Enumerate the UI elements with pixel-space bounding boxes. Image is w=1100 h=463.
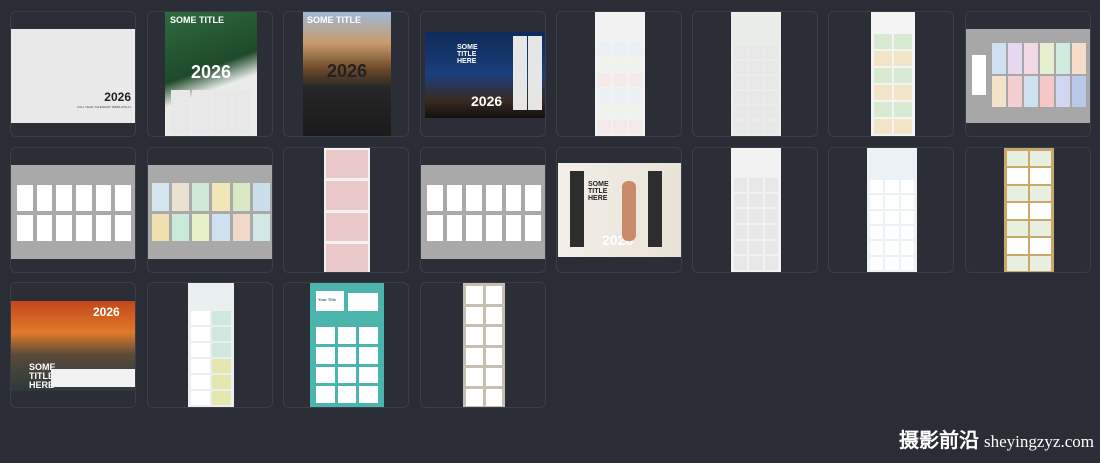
person-figure <box>622 181 636 241</box>
template-thumbnail <box>324 148 370 272</box>
watermark-latin: sheyingzyz.com <box>984 432 1094 451</box>
template-card-18[interactable] <box>147 282 273 408</box>
template-card-10[interactable] <box>147 147 273 273</box>
cover-page: Your Title <box>316 291 344 311</box>
month-grid <box>17 185 131 241</box>
template-card-7[interactable] <box>828 11 954 137</box>
template-thumbnail: 2026 FULL YEAR CALENDAR TEMPLATE 01 <box>11 29 135 123</box>
template-thumbnail <box>188 283 234 407</box>
month-grid <box>191 311 231 405</box>
month-grid <box>466 286 502 406</box>
year-label: 2026 <box>104 90 131 104</box>
template-card-4[interactable]: SOME TITLE HERE 2026 <box>420 11 546 137</box>
template-card-2[interactable]: SOME TITLE 2026 <box>147 11 273 137</box>
watermark-cjk: 摄影前沿 <box>899 430 979 452</box>
year-label: 2026 <box>471 93 503 109</box>
month-grid <box>152 183 270 241</box>
template-thumbnail <box>731 148 781 272</box>
template-card-16[interactable] <box>965 147 1091 273</box>
year-label: 2026 <box>93 305 120 319</box>
template-thumbnail: Your Title <box>310 283 384 407</box>
title-label: Your Title <box>318 297 337 302</box>
template-card-17[interactable]: 2026 SOME TITLE HERE <box>10 282 136 408</box>
month-grid <box>171 90 251 134</box>
template-card-13[interactable]: SOME TITLE HERE 2026 <box>556 147 682 273</box>
template-thumbnail: 2026 SOME TITLE HERE <box>11 301 135 391</box>
month-grid <box>992 43 1086 107</box>
cover-page <box>972 55 986 95</box>
month-grid <box>598 42 642 134</box>
template-card-8[interactable] <box>965 11 1091 137</box>
month-grid <box>427 185 541 241</box>
watermark: 摄影前沿 sheyingzyz.com <box>899 424 1094 453</box>
template-thumbnail: SOME TITLE HERE 2026 <box>425 32 545 118</box>
template-card-14[interactable] <box>692 147 818 273</box>
year-label: 2026 <box>191 62 232 82</box>
year-label: 2026 <box>327 61 368 81</box>
title-label: SOME TITLE <box>307 15 361 25</box>
month-column <box>648 171 662 247</box>
month-grid <box>15 77 73 117</box>
month-grid <box>15 35 99 75</box>
template-card-9[interactable] <box>10 147 136 273</box>
template-card-20[interactable] <box>420 282 546 408</box>
template-card-1[interactable]: 2026 FULL YEAR CALENDAR TEMPLATE 01 <box>10 11 136 137</box>
month-grid <box>316 327 378 403</box>
subtitle-label: FULL YEAR CALENDAR TEMPLATE 01 <box>77 105 131 109</box>
template-thumbnail <box>148 165 272 259</box>
template-thumbnail <box>421 165 545 259</box>
template-card-5[interactable] <box>556 11 682 137</box>
month-grid <box>870 180 914 270</box>
title-label: SOME TITLE HERE <box>457 44 478 65</box>
month-strip <box>51 369 135 387</box>
month-grid <box>1007 151 1051 271</box>
template-card-3[interactable]: SOME TITLE 2026 <box>283 11 409 137</box>
cover-page <box>348 293 378 311</box>
template-thumbnail: SOME TITLE 2026 <box>303 12 391 136</box>
template-thumbnail: SOME TITLE 2026 <box>165 12 257 136</box>
month-grid <box>874 34 912 134</box>
template-thumbnail <box>595 12 645 136</box>
template-thumbnail: SOME TITLE HERE 2026 <box>558 163 681 257</box>
month-column <box>513 36 527 110</box>
template-card-6[interactable] <box>692 11 818 137</box>
template-thumbnail <box>966 29 1090 123</box>
template-thumbnail <box>1004 148 1054 272</box>
month-column <box>570 171 584 247</box>
template-card-11[interactable] <box>283 147 409 273</box>
template-thumbnail <box>867 148 917 272</box>
template-thumbnail <box>11 165 135 259</box>
template-card-19[interactable]: Your Title <box>283 282 409 408</box>
template-thumbnail <box>871 12 915 136</box>
month-column <box>528 36 542 110</box>
month-grid <box>734 46 778 134</box>
month-grid <box>734 178 778 270</box>
template-card-12[interactable] <box>420 147 546 273</box>
template-card-15[interactable] <box>828 147 954 273</box>
template-thumbnail <box>731 12 781 136</box>
title-label: SOME TITLE <box>170 15 224 25</box>
title-label: SOME TITLE HERE <box>588 181 609 202</box>
month-grid <box>326 150 368 272</box>
template-thumbnail <box>463 283 505 407</box>
